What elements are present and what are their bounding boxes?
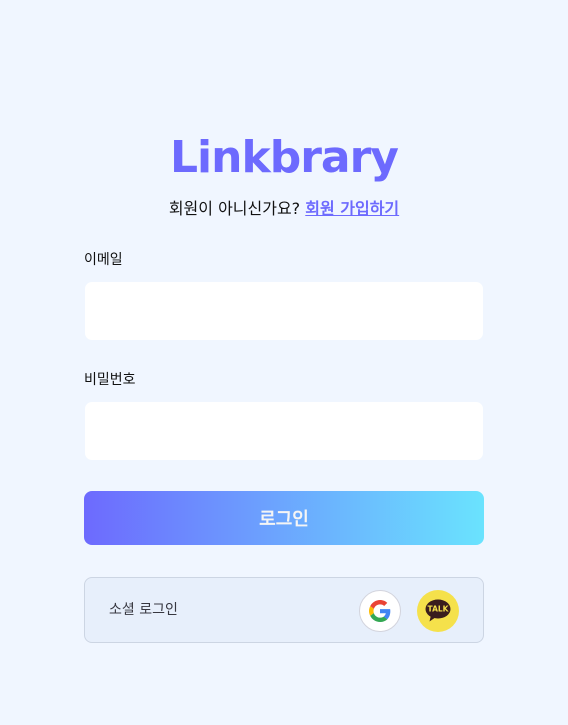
password-label: 비밀번호: [84, 372, 136, 388]
kakao-login-button[interactable]: TALK: [417, 590, 459, 632]
login-button[interactable]: 로그인: [84, 491, 484, 545]
logo: Linkbrary: [170, 132, 399, 183]
email-field[interactable]: [84, 281, 484, 341]
email-label: 이메일: [84, 252, 123, 268]
google-login-button[interactable]: [359, 590, 401, 632]
password-field[interactable]: [84, 401, 484, 461]
social-login-label: 소셜 로그인: [109, 602, 178, 618]
google-icon: [369, 600, 391, 622]
kakao-talk-text: TALK: [428, 605, 450, 614]
kakao-talk-icon: TALK: [424, 598, 452, 624]
signup-prompt-text: 회원이 아니신가요?: [168, 199, 306, 218]
signup-prompt: 회원이 아니신가요? 회원 가입하기: [0, 198, 568, 220]
social-login-box: 소셜 로그인 TALK: [84, 577, 484, 643]
signup-link[interactable]: 회원 가입하기: [305, 199, 399, 218]
